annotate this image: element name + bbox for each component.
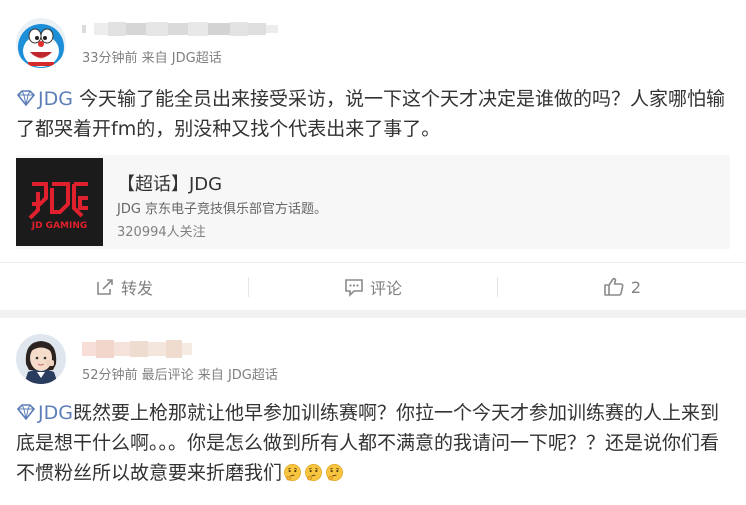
diamond-icon (16, 90, 36, 107)
jdg-logo: JD GAMING (16, 158, 103, 246)
weibo-post-2: 52分钟前 最后评论 来自 JDG超话 JDG既然要上枪那就让他早参加训练赛啊？… (0, 318, 746, 505)
post-text: JDG 今天输了能全员出来接受采访，说一下这个天才决定是谁做的吗？人家哪怕输了都… (16, 84, 728, 144)
post-meta: 52分钟前 最后评论 来自 JDG超话 (82, 368, 278, 383)
avatar-doraemon[interactable] (16, 18, 66, 68)
post-body: 既然要上枪那就让他早参加训练赛啊？你拉一个今天才参加训练赛的人上来到底是想干什么… (16, 402, 720, 484)
post-text: JDG既然要上枪那就让他早参加训练赛啊？你拉一个今天才参加训练赛的人上来到底是想… (16, 398, 728, 488)
post-actions: 转发 评论 2 (0, 262, 746, 311)
post-body: 今天输了能全员出来接受采访，说一下这个天才决定是谁做的吗？人家哪怕输了都哭着开f… (16, 88, 726, 140)
repost-label: 转发 (120, 279, 153, 298)
avatar-girl[interactable] (16, 334, 66, 384)
comment-icon (345, 279, 363, 297)
super-topic-link[interactable]: JDG (16, 402, 73, 424)
topic-tag-label[interactable]: JDG (38, 88, 73, 110)
jdg-logo-text: JD GAMING (31, 221, 88, 231)
like-count: 2 (630, 277, 642, 297)
author-name-blurred[interactable] (82, 340, 194, 358)
card-followers: 320994人关注 (117, 225, 206, 240)
thumbs-up-icon (604, 277, 624, 296)
comment-button[interactable]: 评论 (249, 263, 497, 311)
like-button[interactable]: 2 (498, 263, 746, 311)
card-title[interactable]: 【超话】JDG (117, 170, 222, 196)
thinking-face-emoji-icon (326, 464, 343, 481)
thinking-face-emoji-icon (305, 464, 322, 481)
emoji-group (282, 462, 345, 484)
post-separator (0, 310, 746, 318)
weibo-post-1: 33分钟前 来自 JDG超话 JDG 今天输了能全员出来接受采访，说一下这个天才… (0, 0, 746, 310)
repost-icon (97, 279, 113, 295)
super-topic-card[interactable]: JD GAMING 【超话】JDG JDG 京东电子竞技俱乐部官方话题。 320… (16, 155, 730, 249)
topic-tag-label[interactable]: JDG (38, 402, 73, 424)
post-meta: 33分钟前 来自 JDG超话 (82, 51, 222, 66)
diamond-icon (16, 404, 36, 421)
repost-button[interactable]: 转发 (0, 263, 248, 311)
super-topic-link[interactable]: JDG (16, 88, 73, 110)
thinking-face-emoji-icon (284, 464, 301, 481)
card-description: JDG 京东电子竞技俱乐部官方话题。 (117, 202, 328, 217)
comment-label: 评论 (369, 279, 402, 298)
author-name-blurred[interactable] (82, 20, 282, 38)
